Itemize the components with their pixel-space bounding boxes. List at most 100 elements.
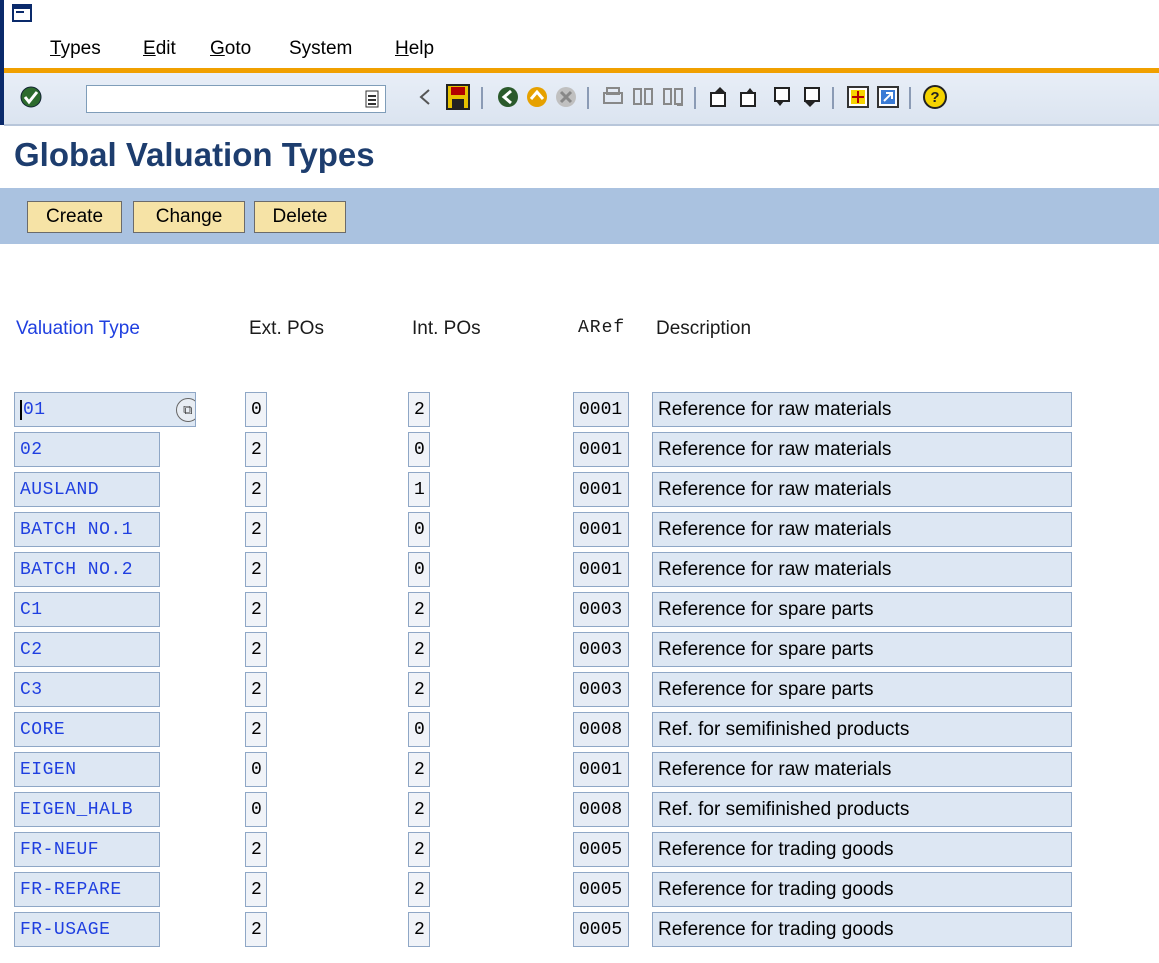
ext-pos-field[interactable]: 2	[245, 912, 267, 947]
aref-field[interactable]: 0001	[573, 512, 629, 547]
valuation-type-field[interactable]: 01 ⧉	[14, 392, 196, 427]
description-field[interactable]: Reference for spare parts	[652, 632, 1072, 667]
valuation-type-field[interactable]: CORE	[14, 712, 160, 747]
ext-pos-field[interactable]: 2	[245, 432, 267, 467]
ext-pos-field[interactable]: 2	[245, 672, 267, 707]
aref-field[interactable]: 0003	[573, 672, 629, 707]
int-pos-field[interactable]: 2	[408, 832, 430, 867]
description-field[interactable]: Reference for raw materials	[652, 752, 1072, 787]
valuation-type-value: EIGEN_HALB	[20, 799, 134, 820]
valuation-type-field[interactable]: FR-REPARE	[14, 872, 160, 907]
description-field[interactable]: Reference for raw materials	[652, 392, 1072, 427]
description-field[interactable]: Reference for trading goods	[652, 912, 1072, 947]
int-pos-field[interactable]: 2	[408, 912, 430, 947]
int-pos-field[interactable]: 0	[408, 432, 430, 467]
valuation-type-field[interactable]: FR-USAGE	[14, 912, 160, 947]
valuation-type-field[interactable]: AUSLAND	[14, 472, 160, 507]
change-button[interactable]: Change	[133, 201, 245, 233]
ext-pos-field[interactable]: 2	[245, 872, 267, 907]
int-pos-field[interactable]: 2	[408, 592, 430, 627]
ext-pos-field[interactable]: 0	[245, 392, 267, 427]
int-pos-field[interactable]: 2	[408, 872, 430, 907]
aref-field[interactable]: 0001	[573, 432, 629, 467]
ext-pos-field[interactable]: 2	[245, 472, 267, 507]
valuation-type-field[interactable]: C2	[14, 632, 160, 667]
ext-pos-field[interactable]: 2	[245, 512, 267, 547]
description-field[interactable]: Reference for spare parts	[652, 672, 1072, 707]
print-icon[interactable]	[600, 83, 626, 111]
valuation-type-field[interactable]: EIGEN	[14, 752, 160, 787]
find-icon[interactable]	[630, 83, 656, 111]
aref-field[interactable]: 0001	[573, 472, 629, 507]
valuation-type-field[interactable]: FR-NEUF	[14, 832, 160, 867]
ext-pos-field[interactable]: 2	[245, 632, 267, 667]
ext-pos-field[interactable]: 2	[245, 832, 267, 867]
window-menu-icon[interactable]	[12, 4, 32, 22]
valuation-type-field[interactable]: C3	[14, 672, 160, 707]
int-pos-field[interactable]: 2	[408, 672, 430, 707]
description-field[interactable]: Reference for raw materials	[652, 552, 1072, 587]
description-field[interactable]: Reference for trading goods	[652, 872, 1072, 907]
aref-field[interactable]: 0008	[573, 712, 629, 747]
ext-pos-field[interactable]: 0	[245, 752, 267, 787]
aref-field[interactable]: 0008	[573, 792, 629, 827]
description-field[interactable]: Reference for raw materials	[652, 472, 1072, 507]
next-page-icon[interactable]	[767, 83, 793, 111]
enter-icon[interactable]	[18, 83, 44, 111]
column-header-valuation-type[interactable]: Valuation Type	[16, 318, 140, 340]
save-icon[interactable]	[445, 83, 471, 111]
int-pos-field[interactable]: 0	[408, 712, 430, 747]
command-history-icon[interactable]	[365, 90, 379, 108]
aref-field[interactable]: 0005	[573, 832, 629, 867]
valuation-type-field[interactable]: C1	[14, 592, 160, 627]
menu-goto[interactable]: Goto	[210, 38, 251, 60]
create-button[interactable]: Create	[27, 201, 122, 233]
value-help-icon[interactable]: ⧉	[176, 398, 195, 422]
description-field[interactable]: Reference for raw materials	[652, 512, 1072, 547]
exit-icon[interactable]	[524, 83, 550, 111]
int-pos-field[interactable]: 0	[408, 552, 430, 587]
int-pos-field[interactable]: 1	[408, 472, 430, 507]
back-icon[interactable]	[495, 83, 521, 111]
find-next-icon[interactable]	[660, 83, 686, 111]
first-page-icon[interactable]	[707, 83, 733, 111]
aref-field[interactable]: 0001	[573, 552, 629, 587]
shortcut-icon[interactable]	[875, 83, 901, 111]
description-field[interactable]: Reference for trading goods	[652, 832, 1072, 867]
menu-edit[interactable]: Edit	[143, 38, 176, 60]
description-field[interactable]: Ref. for semifinished products	[652, 712, 1072, 747]
cancel-icon[interactable]	[553, 83, 579, 111]
last-page-icon[interactable]	[797, 83, 823, 111]
menu-system[interactable]: System	[289, 38, 352, 60]
valuation-type-field[interactable]: EIGEN_HALB	[14, 792, 160, 827]
aref-field[interactable]: 0001	[573, 392, 629, 427]
help-icon[interactable]: ?	[922, 83, 948, 111]
int-pos-field[interactable]: 2	[408, 792, 430, 827]
valuation-type-field[interactable]: BATCH NO.1	[14, 512, 160, 547]
int-pos-field[interactable]: 0	[408, 512, 430, 547]
valuation-type-field[interactable]: BATCH NO.2	[14, 552, 160, 587]
previous-page-icon[interactable]	[737, 83, 763, 111]
description-field[interactable]: Reference for raw materials	[652, 432, 1072, 467]
ext-pos-field[interactable]: 2	[245, 712, 267, 747]
int-pos-field[interactable]: 2	[408, 752, 430, 787]
description-field[interactable]: Ref. for semifinished products	[652, 792, 1072, 827]
aref-field[interactable]: 0005	[573, 912, 629, 947]
menu-types[interactable]: Types	[50, 38, 101, 60]
aref-field[interactable]: 0003	[573, 632, 629, 667]
back-arrow-icon[interactable]	[412, 83, 438, 111]
aref-field[interactable]: 0001	[573, 752, 629, 787]
ext-pos-field[interactable]: 2	[245, 552, 267, 587]
ext-pos-field[interactable]: 0	[245, 792, 267, 827]
ext-pos-field[interactable]: 2	[245, 592, 267, 627]
int-pos-field[interactable]: 2	[408, 632, 430, 667]
delete-button[interactable]: Delete	[254, 201, 346, 233]
aref-field[interactable]: 0003	[573, 592, 629, 627]
aref-field[interactable]: 0005	[573, 872, 629, 907]
int-pos-field[interactable]: 2	[408, 392, 430, 427]
command-field[interactable]	[86, 85, 386, 113]
menu-help[interactable]: Help	[395, 38, 434, 60]
description-field[interactable]: Reference for spare parts	[652, 592, 1072, 627]
valuation-type-field[interactable]: 02	[14, 432, 160, 467]
create-session-icon[interactable]	[845, 83, 871, 111]
